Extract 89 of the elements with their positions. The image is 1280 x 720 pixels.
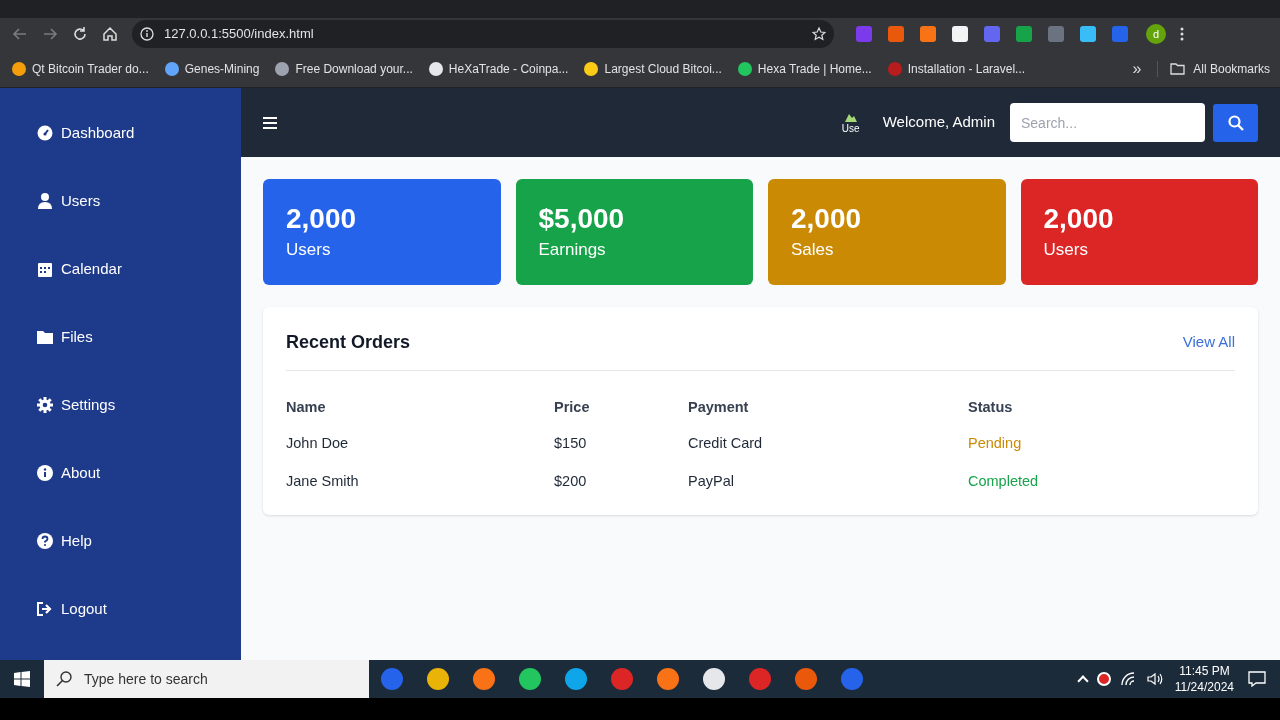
all-bookmarks-button[interactable]: All Bookmarks	[1166, 59, 1274, 78]
status-text: Completed	[968, 472, 1040, 492]
sidebar-item-label[interactable]: Settings	[61, 393, 116, 417]
table-cell-text: John Doe	[286, 434, 350, 454]
gauge-icon	[37, 125, 53, 141]
stat-label: Users	[1043, 239, 1089, 261]
sidebar-item-label[interactable]: Help	[61, 529, 92, 553]
bookmark-favicon-icon	[887, 61, 902, 76]
info-icon	[37, 465, 53, 481]
sidebar-item[interactable]: Logout	[0, 575, 241, 643]
sidebar-item[interactable]: Dashboard	[0, 99, 241, 167]
stat-value: 2,000	[286, 203, 358, 235]
table-cell-text: $200	[554, 472, 588, 492]
calendar-icon	[38, 261, 52, 277]
table-cell-text: Credit Card	[688, 434, 764, 454]
sidebar-item-label[interactable]: Logout	[61, 597, 107, 621]
stat-value: 2,000	[791, 203, 863, 235]
sidebar-item[interactable]: About	[0, 439, 241, 507]
column-header: Status	[968, 398, 1014, 418]
bookmark[interactable]: Largest Cloud Bitcoi...	[578, 54, 728, 83]
search-button[interactable]	[1213, 103, 1258, 142]
folder-icon	[1170, 62, 1186, 75]
menu-icon[interactable]	[1180, 27, 1184, 41]
logout-icon	[37, 602, 53, 616]
info-icon	[140, 27, 154, 41]
user-icon	[38, 193, 52, 209]
speaker-icon[interactable]	[1146, 672, 1163, 686]
record-icon[interactable]	[1096, 672, 1111, 686]
bookmark-favicon-icon	[584, 61, 599, 76]
stat-label: Sales	[791, 239, 835, 261]
forward-icon[interactable]	[42, 26, 58, 42]
sidebar-item-label[interactable]: Files	[61, 325, 93, 349]
bookmark[interactable]: Hexa Trade | Home...	[731, 54, 878, 83]
clock-date: 11/24/2024	[1174, 679, 1234, 695]
sidebar-item-label[interactable]: Dashboard	[61, 121, 135, 145]
windows-icon	[14, 671, 30, 687]
bookmark[interactable]: HeXaTrade - Coinpa...	[422, 54, 575, 83]
view-all-link[interactable]: View All	[1182, 331, 1235, 354]
bookmark-favicon-icon	[428, 61, 443, 76]
search-icon	[56, 671, 72, 687]
taskbar-search-field[interactable]: Type here to search	[44, 660, 369, 698]
stat-label: Users	[286, 239, 332, 261]
column-header: Price	[554, 398, 591, 418]
bookmark[interactable]: Free Download your...	[269, 54, 419, 83]
bookmark[interactable]: Qt Bitcoin Trader do...	[6, 54, 155, 83]
clock-time: 11:45 PM	[1179, 663, 1230, 679]
avatar-alt-text: Use	[841, 123, 860, 134]
column-header: Payment	[688, 398, 750, 418]
star-icon[interactable]	[812, 27, 826, 41]
status-text: Pending	[968, 434, 1023, 454]
sidebar-item[interactable]: Users	[0, 167, 241, 235]
bookmark[interactable]: Genes-Mining	[158, 54, 266, 83]
menu-icon[interactable]	[263, 116, 277, 129]
column-header: Name	[286, 398, 327, 418]
reload-icon[interactable]	[72, 26, 88, 42]
address-bar[interactable]: 127.0.0.1:5500/index.html	[132, 20, 834, 48]
bookmark[interactable]: Installation - Laravel...	[881, 54, 1032, 83]
folder-icon	[37, 330, 53, 344]
stat-value: $5,000	[538, 203, 626, 235]
sidebar-item[interactable]: Calendar	[0, 235, 241, 303]
wifi-icon[interactable]	[1120, 672, 1137, 686]
stat-value: 2,000	[1043, 203, 1115, 235]
table-cell-text: $150	[554, 434, 588, 454]
sidebar-item[interactable]: Settings	[0, 371, 241, 439]
notification-icon[interactable]	[1248, 671, 1266, 687]
bookmark-favicon-icon	[12, 61, 26, 76]
bookmark-favicon-icon	[275, 61, 290, 76]
back-icon[interactable]	[12, 26, 28, 42]
welcome-text: Welcome, Admin	[882, 112, 995, 133]
url-text: 127.0.0.1:5500/index.html	[164, 25, 315, 44]
sidebar-item-label[interactable]: Users	[61, 189, 101, 213]
table-cell-text: Jane Smith	[286, 472, 360, 492]
table-cell-text: PayPal	[688, 472, 735, 492]
home-icon[interactable]	[102, 26, 118, 42]
card-title: Recent Orders	[286, 331, 411, 354]
taskbar-clock[interactable]: 11:45 PM 11/24/2024	[1174, 663, 1248, 695]
sidebar-item-label[interactable]: Calendar	[61, 257, 122, 281]
stat-label: Earnings	[538, 239, 607, 261]
taskbar-search-placeholder: Type here to search	[84, 669, 208, 689]
sidebar-item[interactable]: Files	[0, 303, 241, 371]
bookmark-favicon-icon	[737, 61, 752, 76]
settings-icon	[37, 397, 53, 413]
bookmark-favicon-icon	[164, 61, 179, 76]
search-icon	[1227, 114, 1244, 131]
more-bookmarks-button[interactable]: »	[1124, 56, 1150, 81]
search-field[interactable]: Search...	[1010, 103, 1205, 142]
help-icon	[37, 533, 53, 549]
sidebar-item[interactable]: Help	[0, 507, 241, 575]
sidebar-item-label[interactable]: About	[61, 461, 101, 485]
